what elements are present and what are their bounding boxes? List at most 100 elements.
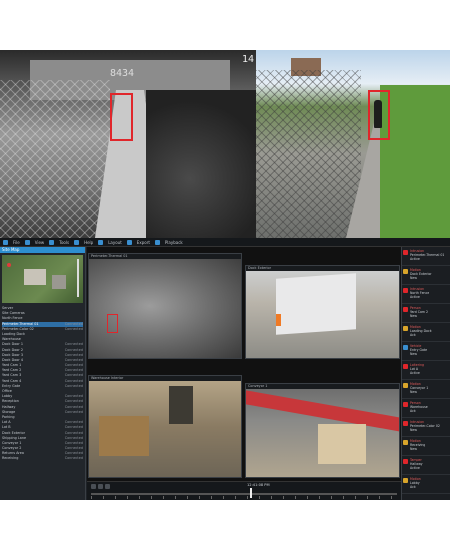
toolbar-item[interactable]: File (13, 240, 20, 245)
worker-figure (276, 314, 281, 326)
toolbar-item[interactable]: Tools (59, 240, 69, 245)
map-pin-icon[interactable] (7, 263, 11, 267)
tree-item-status: Connected (64, 326, 83, 331)
toolbar-item[interactable]: Playback (165, 240, 183, 245)
toolbar-icon[interactable] (24, 239, 30, 245)
thermal-grass (146, 90, 256, 238)
alarm-bell-icon (403, 345, 408, 350)
toolbar-icon[interactable] (49, 239, 55, 245)
toolbar-icon[interactable] (154, 239, 160, 245)
alarm-text: Loitering Lot A Active (410, 363, 424, 377)
alarm-status: New (410, 428, 417, 432)
alarm-bell-icon (403, 326, 408, 331)
alarm-status: Active (410, 371, 420, 375)
alarm-item[interactable]: Vehicle Entry Gate New (402, 342, 450, 361)
alarm-text: Intrusion North Fence Active (410, 287, 429, 301)
alarm-bell-icon (403, 288, 408, 293)
alarm-bell-icon (403, 307, 408, 312)
timeline-cursor[interactable] (250, 488, 253, 498)
toolbar-item[interactable]: Export (137, 240, 150, 245)
thermal-camera-view: 8434 (0, 50, 256, 238)
play-icon[interactable] (98, 484, 103, 489)
video-tile-thermal[interactable]: Perimeter-Thermal 01 (88, 253, 242, 359)
video-tile-conveyor[interactable]: Conveyor 1 (245, 383, 400, 478)
toolbar-icon[interactable] (74, 239, 80, 245)
tree-item-label: Receiving (2, 456, 19, 461)
alarm-status: New (410, 352, 417, 356)
alarm-text: Motion Receiving New (410, 439, 425, 453)
alarm-item[interactable]: Motion Lobby Ack (402, 475, 450, 494)
map-building (52, 275, 66, 289)
alarm-status: New (410, 314, 417, 318)
video-grid: Perimeter-Thermal 01 Dock Exterior Wareh… (87, 247, 401, 481)
alarm-text: Vehicle Entry Gate New (410, 344, 427, 358)
toolbar-icon[interactable] (98, 239, 104, 245)
map-zoom-slider[interactable] (77, 259, 79, 297)
tile-title: Conveyor 1 (246, 384, 399, 389)
alarm-item[interactable]: Tamper Hallway Active (402, 456, 450, 475)
color-lawn (380, 85, 450, 238)
alarm-bell-icon (403, 421, 408, 426)
stacked-boxes (99, 416, 149, 456)
alarm-item[interactable]: Loitering Lot A Active (402, 361, 450, 380)
alarm-status: Active (410, 295, 420, 299)
vms-application: File View Tools Help Layout Export Playback Si… (0, 238, 450, 500)
thermal-detection-box (110, 93, 133, 141)
alarm-item[interactable]: Motion Conveyor 1 New (402, 380, 450, 399)
thermal-fence (0, 80, 110, 238)
video-tile-dock[interactable]: Dock Exterior (245, 265, 400, 359)
alarm-status: Ack (410, 333, 416, 337)
color-camera-id: 14 (242, 54, 255, 65)
toolbar-item[interactable]: View (35, 240, 45, 245)
color-camera-view (256, 50, 450, 238)
toolbar-item[interactable]: Help (84, 240, 93, 245)
alarm-item[interactable]: Intrusion Perimeter-Color 02 New (402, 418, 450, 437)
alarm-bell-icon (403, 269, 408, 274)
toolbar-icon[interactable] (3, 239, 8, 245)
tile-title: Perimeter-Thermal 01 (89, 254, 241, 259)
warehouse-door (169, 386, 193, 424)
alarm-text: Motion Dock Exterior New (410, 268, 432, 282)
alarm-text: Motion Loading Dock Ack (410, 325, 432, 339)
alarm-item[interactable]: Person Yard Cam 2 New (402, 304, 450, 323)
alarm-item[interactable]: Intrusion Perimeter-Thermal 01 Active (402, 247, 450, 266)
package (318, 424, 366, 464)
alarm-text: Motion Conveyor 1 New (410, 382, 428, 396)
thermal-camera-id: 8434 (110, 68, 135, 79)
alarm-bell-icon (403, 383, 408, 388)
tree-item-status: Connected (64, 456, 83, 461)
alarm-item[interactable]: Motion Receiving New (402, 437, 450, 456)
timeline-track[interactable] (91, 493, 397, 495)
tile-title: Dock Exterior (246, 266, 399, 271)
alarm-text: Intrusion Perimeter-Thermal 01 Active (410, 249, 444, 263)
toolbar-icon[interactable] (126, 239, 132, 245)
alarm-text: Intrusion Perimeter-Color 02 New (410, 420, 440, 434)
sidebar: Site Map Server Site Cameras North Fence Pe… (0, 247, 86, 500)
alarm-bell-icon (403, 402, 408, 407)
alarm-item[interactable]: Person Warehouse Ack (402, 399, 450, 418)
forward-icon[interactable] (105, 484, 110, 489)
alarm-status: New (410, 276, 417, 280)
truck-trailer (276, 273, 356, 335)
camera-comparison-hero: 8434 14 (0, 50, 450, 238)
playback-timeline[interactable]: 12:41:08 PM (87, 481, 401, 500)
alarm-item[interactable]: Motion Dock Exterior New (402, 266, 450, 285)
tree-item[interactable]: Receiving Connected (2, 456, 83, 461)
video-tile-warehouse[interactable]: Warehouse Interior (88, 375, 242, 478)
alarm-bell-icon (403, 440, 408, 445)
alarm-bell-icon (403, 364, 408, 369)
rewind-icon[interactable] (91, 484, 96, 489)
toolbar-item[interactable]: Layout (108, 240, 122, 245)
alarm-text: Motion Lobby Ack (410, 477, 421, 491)
timeline-ticks (91, 496, 397, 499)
alarm-item[interactable]: Motion Loading Dock Ack (402, 323, 450, 342)
sidebar-header: Site Map (0, 247, 85, 253)
alarm-item[interactable]: Intrusion North Fence Active (402, 285, 450, 304)
camera-tree: Server Site Cameras North Fence Perimeter-T… (0, 305, 85, 463)
site-map[interactable] (2, 255, 83, 303)
tree-item-status: Connected (64, 409, 83, 414)
alarm-bell-icon (403, 478, 408, 483)
color-detection-box (368, 90, 390, 140)
page: 8434 14 File View Tools Help Layout Export Pla… (0, 0, 450, 550)
alarm-bell-icon (403, 459, 408, 464)
